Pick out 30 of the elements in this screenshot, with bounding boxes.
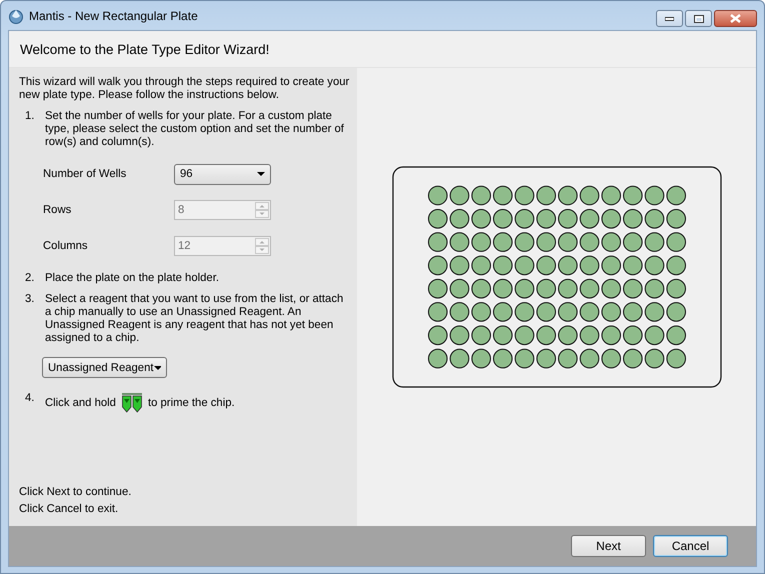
caret-icon <box>257 172 265 176</box>
step-text: Place the plate on the plate holder. <box>45 272 220 285</box>
step-number: 1. <box>24 110 36 124</box>
step-text: to prime the chip. <box>148 397 235 409</box>
wells-dropdown[interactable]: 96 <box>174 164 271 184</box>
close-icon <box>730 14 741 23</box>
restore-icon <box>694 14 704 22</box>
field-label: Columns <box>43 240 89 252</box>
step-text: Select a reagent that you want to use from the list, or attach a chip manually to use an Unassigned Reagent. An Unassigned Reagent is any reagent that has not yet been assigned to a chip. <box>45 293 344 345</box>
step-number: 2. <box>24 272 36 285</box>
step-text: Set the number of wells for your plate. For a custom plate type, please select the custom option and set the number of row(s) and column(s). <box>45 110 345 149</box>
close-button[interactable] <box>714 10 757 27</box>
instruction-text: Click Cancel to exit. <box>19 502 120 517</box>
field-label: Rows <box>43 204 72 216</box>
field-label: Number of Wells <box>43 168 128 180</box>
prime-chip-icon[interactable] <box>120 392 143 414</box>
minimize-icon <box>665 16 674 20</box>
wizard-button[interactable]: Cancel <box>653 535 728 557</box>
reagent-dropdown[interactable]: Unassigned Reagent <box>42 357 167 378</box>
wizard-button[interactable]: Next <box>571 535 646 557</box>
instruction-text: Click Next to continue. <box>19 485 132 500</box>
water-drop-icon <box>8 8 24 24</box>
window-title: Mantis - New Rectangular Plate <box>29 8 199 22</box>
step-number: 3. <box>24 293 36 307</box>
restore-button[interactable] <box>685 10 712 27</box>
minimize-button[interactable] <box>656 10 683 27</box>
intro-text: This wizard will walk you through the steps required to create your new plate type. Please follow the instructions below. <box>19 76 350 102</box>
caret-icon <box>154 366 161 370</box>
step-text: Click and hold <box>45 397 116 409</box>
step-number: 4. <box>24 392 36 406</box>
